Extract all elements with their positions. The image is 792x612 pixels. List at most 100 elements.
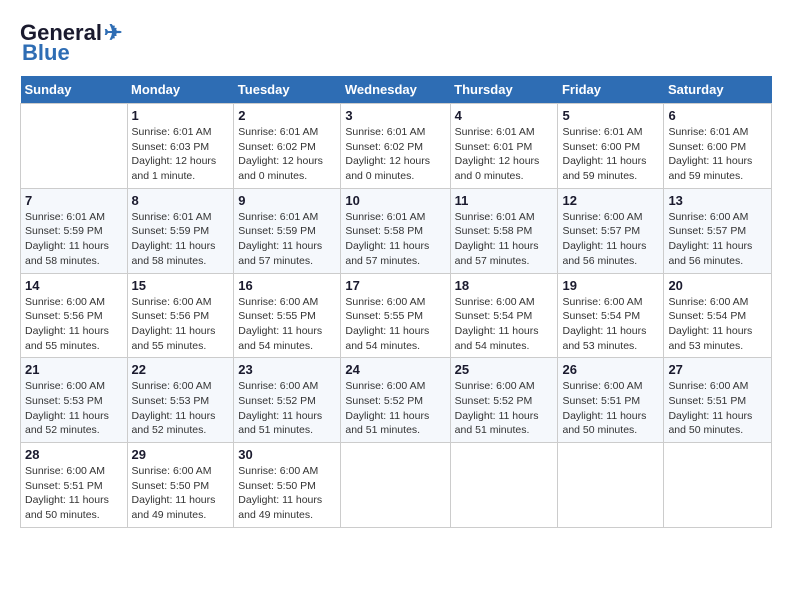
calendar-cell: 9 Sunrise: 6:01 AMSunset: 5:59 PMDaylight… [234, 188, 341, 273]
calendar-week-row: 7 Sunrise: 6:01 AMSunset: 5:59 PMDaylight… [21, 188, 772, 273]
day-number: 20 [668, 278, 767, 293]
day-number: 18 [455, 278, 554, 293]
day-info: Sunrise: 6:00 AMSunset: 5:50 PMDaylight:… [132, 464, 230, 523]
day-info: Sunrise: 6:01 AMSunset: 5:59 PMDaylight:… [238, 210, 336, 269]
day-info: Sunrise: 6:00 AMSunset: 5:53 PMDaylight:… [132, 379, 230, 438]
calendar-cell: 2 Sunrise: 6:01 AMSunset: 6:02 PMDaylight… [234, 104, 341, 189]
logo-blue: Blue [22, 40, 70, 66]
calendar-cell: 14 Sunrise: 6:00 AMSunset: 5:56 PMDayligh… [21, 273, 128, 358]
calendar-cell: 25 Sunrise: 6:00 AMSunset: 5:52 PMDayligh… [450, 358, 558, 443]
day-info: Sunrise: 6:00 AMSunset: 5:52 PMDaylight:… [345, 379, 445, 438]
calendar-cell: 30 Sunrise: 6:00 AMSunset: 5:50 PMDayligh… [234, 443, 341, 528]
day-info: Sunrise: 6:00 AMSunset: 5:54 PMDaylight:… [455, 295, 554, 354]
day-info: Sunrise: 6:00 AMSunset: 5:53 PMDaylight:… [25, 379, 123, 438]
calendar-cell: 28Sunrise: 6:00 AMSunset: 5:51 PMDayligh… [21, 443, 128, 528]
day-info: Sunrise: 6:00 AMSunset: 5:54 PMDaylight:… [562, 295, 659, 354]
day-number: 6 [668, 108, 767, 123]
calendar-cell: 17Sunrise: 6:00 AMSunset: 5:55 PMDayligh… [341, 273, 450, 358]
calendar-cell: 19Sunrise: 6:00 AMSunset: 5:54 PMDayligh… [558, 273, 664, 358]
day-number: 12 [562, 193, 659, 208]
day-info: Sunrise: 6:01 AMSunset: 6:00 PMDaylight:… [668, 125, 767, 184]
calendar-cell: 23Sunrise: 6:00 AMSunset: 5:52 PMDayligh… [234, 358, 341, 443]
logo: General✈ Blue [20, 20, 122, 66]
day-number: 14 [25, 278, 123, 293]
weekday-header: Saturday [664, 76, 772, 104]
day-number: 29 [132, 447, 230, 462]
weekday-header: Thursday [450, 76, 558, 104]
calendar-cell: 7 Sunrise: 6:01 AMSunset: 5:59 PMDaylight… [21, 188, 128, 273]
day-number: 1 [132, 108, 230, 123]
calendar-cell: 18 Sunrise: 6:00 AMSunset: 5:54 PMDayligh… [450, 273, 558, 358]
weekday-header: Monday [127, 76, 234, 104]
day-info: Sunrise: 6:00 AMSunset: 5:54 PMDaylight:… [668, 295, 767, 354]
calendar-cell: 16 Sunrise: 6:00 AMSunset: 5:55 PMDayligh… [234, 273, 341, 358]
calendar-week-row: 1 Sunrise: 6:01 AMSunset: 6:03 PMDaylight… [21, 104, 772, 189]
day-number: 22 [132, 362, 230, 377]
day-info: Sunrise: 6:01 AMSunset: 6:00 PMDaylight:… [562, 125, 659, 184]
day-number: 11 [455, 193, 554, 208]
day-info: Sunrise: 6:00 AMSunset: 5:51 PMDaylight:… [668, 379, 767, 438]
calendar-cell: 15 Sunrise: 6:00 AMSunset: 5:56 PMDayligh… [127, 273, 234, 358]
weekday-header: Tuesday [234, 76, 341, 104]
day-number: 30 [238, 447, 336, 462]
day-info: Sunrise: 6:01 AMSunset: 6:03 PMDaylight:… [132, 125, 230, 184]
day-info: Sunrise: 6:01 AMSunset: 5:59 PMDaylight:… [25, 210, 123, 269]
day-number: 13 [668, 193, 767, 208]
calendar-cell: 29 Sunrise: 6:00 AMSunset: 5:50 PMDayligh… [127, 443, 234, 528]
calendar-cell: 5Sunrise: 6:01 AMSunset: 6:00 PMDaylight… [558, 104, 664, 189]
calendar-cell: 8Sunrise: 6:01 AMSunset: 5:59 PMDaylight… [127, 188, 234, 273]
day-info: Sunrise: 6:00 AMSunset: 5:56 PMDaylight:… [25, 295, 123, 354]
calendar-cell: 1 Sunrise: 6:01 AMSunset: 6:03 PMDaylight… [127, 104, 234, 189]
day-number: 25 [455, 362, 554, 377]
day-number: 16 [238, 278, 336, 293]
calendar-cell: 10 Sunrise: 6:01 AMSunset: 5:58 PMDayligh… [341, 188, 450, 273]
day-number: 3 [345, 108, 445, 123]
calendar-cell: 20 Sunrise: 6:00 AMSunset: 5:54 PMDayligh… [664, 273, 772, 358]
calendar-cell: 11 Sunrise: 6:01 AMSunset: 5:58 PMDayligh… [450, 188, 558, 273]
calendar-cell [450, 443, 558, 528]
day-info: Sunrise: 6:00 AMSunset: 5:57 PMDaylight:… [562, 210, 659, 269]
calendar-cell [21, 104, 128, 189]
calendar-cell: 6 Sunrise: 6:01 AMSunset: 6:00 PMDaylight… [664, 104, 772, 189]
calendar-week-row: 28Sunrise: 6:00 AMSunset: 5:51 PMDayligh… [21, 443, 772, 528]
weekday-header: Wednesday [341, 76, 450, 104]
day-info: Sunrise: 6:00 AMSunset: 5:55 PMDaylight:… [238, 295, 336, 354]
calendar-cell: 12 Sunrise: 6:00 AMSunset: 5:57 PMDayligh… [558, 188, 664, 273]
day-info: Sunrise: 6:00 AMSunset: 5:52 PMDaylight:… [238, 379, 336, 438]
day-info: Sunrise: 6:00 AMSunset: 5:52 PMDaylight:… [455, 379, 554, 438]
day-number: 9 [238, 193, 336, 208]
day-info: Sunrise: 6:00 AMSunset: 5:51 PMDaylight:… [562, 379, 659, 438]
weekday-header: Friday [558, 76, 664, 104]
calendar-cell [558, 443, 664, 528]
day-number: 4 [455, 108, 554, 123]
day-info: Sunrise: 6:01 AMSunset: 5:58 PMDaylight:… [345, 210, 445, 269]
day-number: 27 [668, 362, 767, 377]
day-info: Sunrise: 6:01 AMSunset: 5:59 PMDaylight:… [132, 210, 230, 269]
calendar-table: SundayMondayTuesdayWednesdayThursdayFrid… [20, 76, 772, 528]
calendar-cell: 22 Sunrise: 6:00 AMSunset: 5:53 PMDayligh… [127, 358, 234, 443]
day-number: 15 [132, 278, 230, 293]
calendar-cell: 24 Sunrise: 6:00 AMSunset: 5:52 PMDayligh… [341, 358, 450, 443]
calendar-cell: 3 Sunrise: 6:01 AMSunset: 6:02 PMDaylight… [341, 104, 450, 189]
calendar-cell: 27 Sunrise: 6:00 AMSunset: 5:51 PMDayligh… [664, 358, 772, 443]
calendar-header-row: SundayMondayTuesdayWednesdayThursdayFrid… [21, 76, 772, 104]
calendar-cell: 4Sunrise: 6:01 AMSunset: 6:01 PMDaylight… [450, 104, 558, 189]
calendar-week-row: 14 Sunrise: 6:00 AMSunset: 5:56 PMDayligh… [21, 273, 772, 358]
day-info: Sunrise: 6:01 AMSunset: 5:58 PMDaylight:… [455, 210, 554, 269]
day-number: 28 [25, 447, 123, 462]
calendar-cell: 26 Sunrise: 6:00 AMSunset: 5:51 PMDayligh… [558, 358, 664, 443]
weekday-header: Sunday [21, 76, 128, 104]
calendar-week-row: 21Sunrise: 6:00 AMSunset: 5:53 PMDayligh… [21, 358, 772, 443]
day-info: Sunrise: 6:01 AMSunset: 6:02 PMDaylight:… [238, 125, 336, 184]
day-info: Sunrise: 6:00 AMSunset: 5:57 PMDaylight:… [668, 210, 767, 269]
day-number: 26 [562, 362, 659, 377]
day-number: 2 [238, 108, 336, 123]
day-info: Sunrise: 6:00 AMSunset: 5:50 PMDaylight:… [238, 464, 336, 523]
calendar-cell: 13 Sunrise: 6:00 AMSunset: 5:57 PMDayligh… [664, 188, 772, 273]
day-info: Sunrise: 6:01 AMSunset: 6:02 PMDaylight:… [345, 125, 445, 184]
calendar-cell: 21Sunrise: 6:00 AMSunset: 5:53 PMDayligh… [21, 358, 128, 443]
day-number: 7 [25, 193, 123, 208]
day-number: 10 [345, 193, 445, 208]
day-number: 24 [345, 362, 445, 377]
day-info: Sunrise: 6:00 AMSunset: 5:56 PMDaylight:… [132, 295, 230, 354]
